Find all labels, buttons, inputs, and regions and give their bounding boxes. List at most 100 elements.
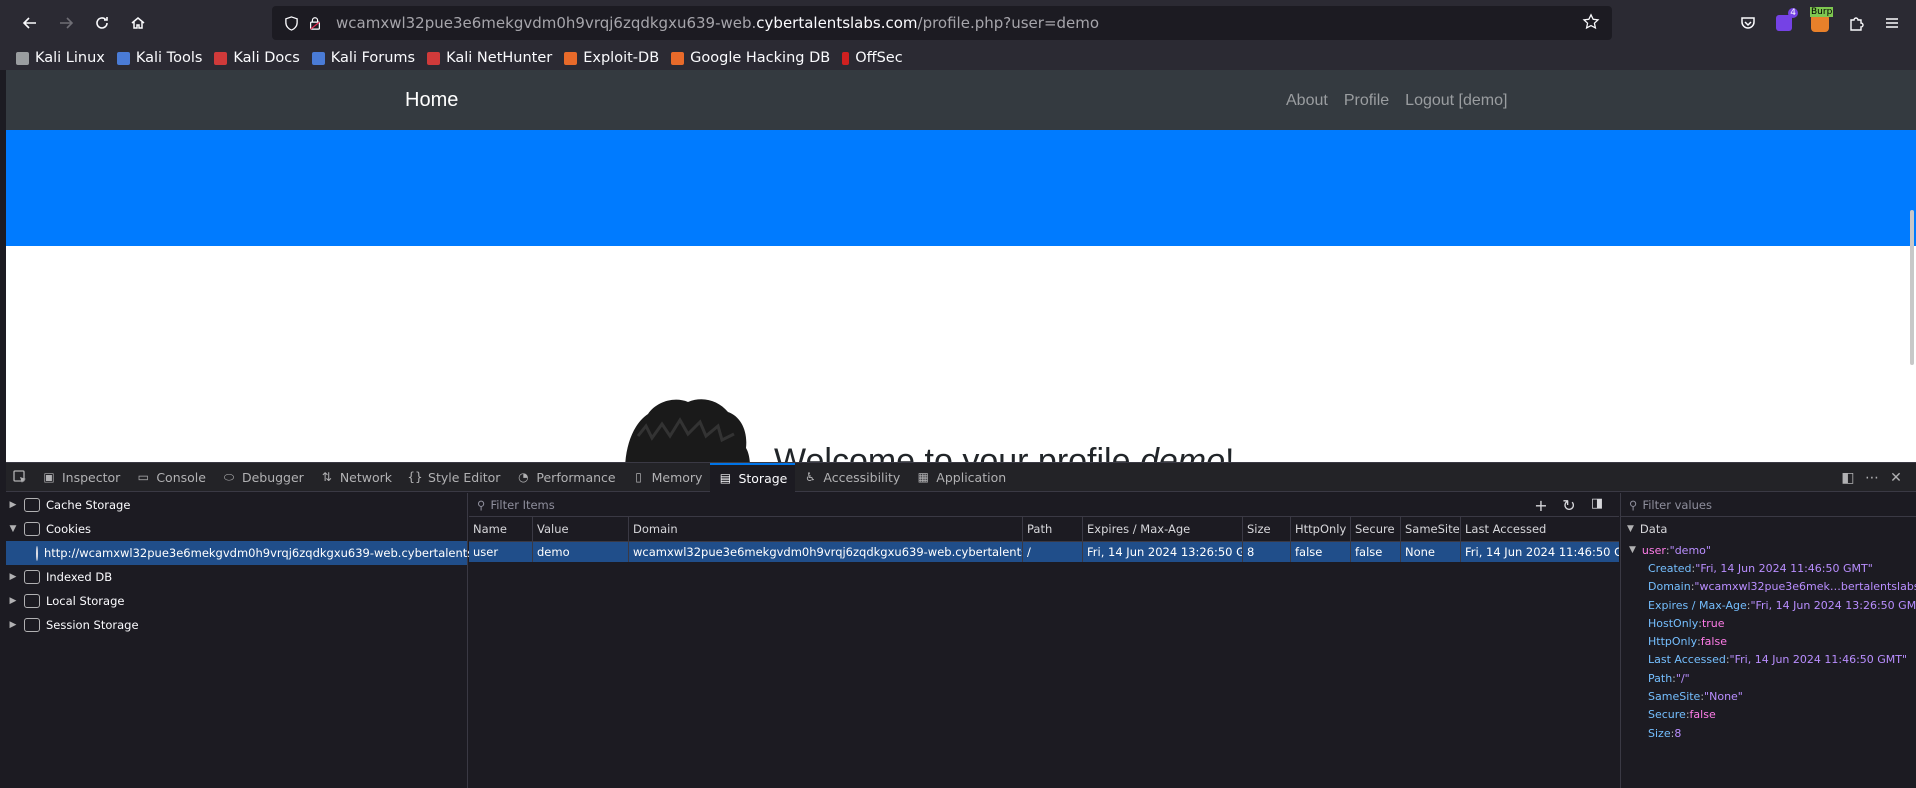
toggle-sidebar-icon[interactable]: ◨ <box>1583 496 1611 515</box>
table-row[interactable]: user demo wcamxwl32pue3e6mekgvdm0h9vrqj6… <box>469 542 1619 562</box>
data-prop[interactable]: SameSite: "None" <box>1621 687 1916 705</box>
tree-cache-storage[interactable]: ▶ Cache Storage <box>6 493 467 517</box>
cell-httponly[interactable]: false <box>1291 542 1351 562</box>
bookmark-kali-forums[interactable]: Kali Forums <box>311 50 415 66</box>
prop-key: Path <box>1648 671 1673 685</box>
burp-label: Burp <box>1810 7 1834 17</box>
filter-values-input[interactable]: Filter values <box>1642 498 1712 512</box>
url-bar[interactable]: wcamxwl32pue3e6mekgvdm0h9vrqj6zqdkgxu639… <box>272 6 1612 40</box>
cell-value[interactable]: demo <box>533 542 629 562</box>
site-brand-link[interactable]: Home <box>405 89 458 112</box>
cell-expires[interactable]: Fri, 14 Jun 2024 13:26:50 GMT <box>1083 542 1243 562</box>
tab-network[interactable]: ⇅ Network <box>312 463 400 492</box>
column-header[interactable]: Path <box>1023 517 1083 541</box>
tree-cookies[interactable]: ▼ Cookies <box>6 517 467 541</box>
data-section-header[interactable]: ▼ Data <box>1621 517 1916 541</box>
column-header[interactable]: SameSite <box>1401 517 1461 541</box>
cell-name[interactable]: user <box>469 542 533 562</box>
extension-icon[interactable]: 4 <box>1766 6 1802 40</box>
tab-console[interactable]: ▭ Console <box>128 463 214 492</box>
cell-last-accessed[interactable]: Fri, 14 Jun 2024 11:46:50 GMT <box>1461 542 1619 562</box>
cell-secure[interactable]: false <box>1351 542 1401 562</box>
bookmark-star-icon[interactable] <box>1582 13 1602 33</box>
tab-application[interactable]: ▦ Application <box>908 463 1014 492</box>
refresh-icon[interactable]: ↻ <box>1555 496 1583 515</box>
filter-items-input[interactable]: Filter Items <box>490 498 554 512</box>
element-picker-icon[interactable] <box>6 463 34 492</box>
column-header[interactable]: Size <box>1243 517 1291 541</box>
page-scrollbar[interactable] <box>1910 210 1914 365</box>
url-text[interactable]: wcamxwl32pue3e6mekgvdm0h9vrqj6zqdkgxu639… <box>336 14 1099 32</box>
data-prop[interactable]: Secure: false <box>1621 706 1916 724</box>
data-prop[interactable]: HostOnly: true <box>1621 614 1916 632</box>
tab-storage[interactable]: ▤ Storage <box>710 462 796 492</box>
column-header[interactable]: Name <box>469 517 533 541</box>
cell-path[interactable]: / <box>1023 542 1083 562</box>
devtools-panel: ▣ Inspector ▭ Console ⬭ Debugger ⇅ Network {… <box>6 462 1916 788</box>
column-header[interactable]: Value <box>533 517 629 541</box>
cell-size[interactable]: 8 <box>1243 542 1291 562</box>
bookmark-kali-linux[interactable]: Kali Linux <box>16 50 105 66</box>
back-icon[interactable] <box>12 6 48 40</box>
tree-cookie-host[interactable]: http://wcamxwl32pue3e6mekgvdm0h9vrqj6zqd… <box>6 541 525 565</box>
nav-profile-link[interactable]: Profile <box>1344 92 1389 110</box>
prop-key: Last Accessed <box>1648 653 1726 667</box>
add-item-icon[interactable]: + <box>1527 496 1555 515</box>
cell-domain[interactable]: wcamxwl32pue3e6mekgvdm0h9vrqj6zqdkgxu639… <box>629 542 1023 562</box>
column-header[interactable]: Last Accessed <box>1461 517 1619 541</box>
tree-indexed-db[interactable]: ▶ Indexed DB <box>6 565 467 589</box>
nav-about-link[interactable]: About <box>1286 92 1328 110</box>
expand-arrow-icon[interactable]: ▶ <box>6 572 20 582</box>
data-prop[interactable]: Domain: "wcamxwl32pue3e6mek…bertalentslab… <box>1621 578 1916 596</box>
data-prop-user[interactable]: ▼ user: "demo" <box>1621 541 1916 559</box>
data-prop[interactable]: Size:8 <box>1621 724 1916 742</box>
tree-session-storage[interactable]: ▶ Session Storage <box>6 613 467 637</box>
menu-icon[interactable] <box>1874 6 1910 40</box>
tab-memory[interactable]: ▯ Memory <box>624 463 711 492</box>
data-prop[interactable]: Expires / Max-Age: "Fri, 14 Jun 2024 13:2… <box>1621 596 1916 614</box>
column-header[interactable]: Secure <box>1351 517 1401 541</box>
tab-performance[interactable]: ◔ Performance <box>508 463 623 492</box>
reload-icon[interactable] <box>84 6 120 40</box>
collapse-arrow-icon[interactable]: ▼ <box>1629 545 1636 555</box>
bookmark-kali-nethunter[interactable]: Kali NetHunter <box>427 50 552 66</box>
close-icon[interactable]: ✕ <box>1884 470 1908 486</box>
storage-icon: ▤ <box>719 471 732 485</box>
tree-local-storage[interactable]: ▶ Local Storage <box>6 589 467 613</box>
shield-icon[interactable] <box>280 12 302 34</box>
tab-accessibility[interactable]: ♿ Accessibility <box>795 463 908 492</box>
lock-icon[interactable] <box>304 12 326 34</box>
expand-arrow-icon[interactable]: ▶ <box>6 500 20 510</box>
bookmark-kali-tools[interactable]: Kali Tools <box>116 50 202 66</box>
burp-icon[interactable]: Burp <box>1802 6 1838 40</box>
nav-logout-link[interactable]: Logout [demo] <box>1405 92 1507 110</box>
expand-arrow-icon[interactable]: ▶ <box>6 596 20 606</box>
bookmark-kali-docs[interactable]: Kali Docs <box>214 50 300 66</box>
data-prop[interactable]: Path: "/" <box>1621 669 1916 687</box>
data-prop[interactable]: Created: "Fri, 14 Jun 2024 11:46:50 GMT" <box>1621 559 1916 577</box>
collapse-arrow-icon[interactable]: ▼ <box>6 524 20 534</box>
more-options-icon[interactable]: ⋯ <box>1860 470 1884 486</box>
data-prop[interactable]: Last Accessed: "Fri, 14 Jun 2024 11:46:50… <box>1621 651 1916 669</box>
data-prop[interactable]: HttpOnly: false <box>1621 632 1916 650</box>
collapse-arrow-icon[interactable]: ▼ <box>1627 524 1634 534</box>
column-header[interactable]: Domain <box>629 517 1023 541</box>
pocket-icon[interactable] <box>1730 6 1766 40</box>
bookmark-exploit-db[interactable]: Exploit-DB <box>564 50 659 66</box>
expand-arrow-icon[interactable]: ▶ <box>6 620 20 630</box>
tab-debugger[interactable]: ⬭ Debugger <box>214 463 312 492</box>
forward-icon[interactable] <box>48 6 84 40</box>
bookmark-offsec[interactable]: OffSec <box>842 50 903 66</box>
tab-style-editor[interactable]: {} Style Editor <box>400 463 508 492</box>
tree-label: Indexed DB <box>46 570 113 584</box>
cell-samesite[interactable]: None <box>1401 542 1461 562</box>
url-host-prefix: wcamxwl32pue3e6mekgvdm0h9vrqj6zqdkgxu639… <box>336 14 757 32</box>
bookmark-google-hacking-db[interactable]: Google Hacking DB <box>671 50 830 66</box>
table-actions: + ↻ ◨ <box>1527 496 1611 515</box>
tab-inspector[interactable]: ▣ Inspector <box>34 463 128 492</box>
dock-side-icon[interactable]: ◧ <box>1836 470 1860 486</box>
extensions-puzzle-icon[interactable] <box>1838 6 1874 40</box>
home-icon[interactable] <box>120 6 156 40</box>
column-header[interactable]: Expires / Max-Age <box>1083 517 1243 541</box>
column-header[interactable]: HttpOnly <box>1291 517 1351 541</box>
